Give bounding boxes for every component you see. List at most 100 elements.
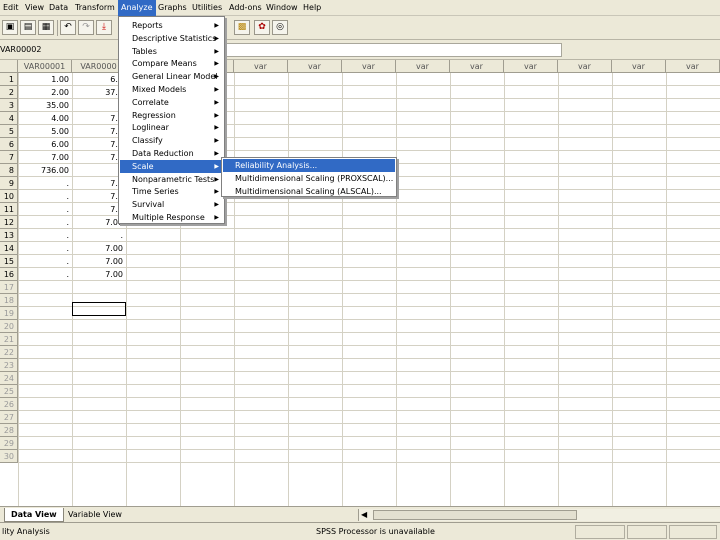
scripts-button[interactable]: ✿	[254, 20, 270, 35]
row-header[interactable]: 2	[0, 86, 18, 99]
row-header[interactable]: 4	[0, 112, 18, 125]
row-header[interactable]: 6	[0, 138, 18, 151]
row-header[interactable]: 21	[0, 333, 18, 346]
menu-data[interactable]: Data	[46, 0, 71, 16]
tab-data-view[interactable]: Data View	[4, 508, 64, 522]
column-header-var[interactable]: var	[234, 60, 288, 73]
data-cell-var00001[interactable]: .	[18, 255, 72, 268]
data-cell-var00001[interactable]: 7.00	[18, 151, 72, 164]
horizontal-scrollbar[interactable]: ◀	[358, 509, 720, 521]
row-header[interactable]: 27	[0, 411, 18, 424]
dialog-recall-button[interactable]: ▦	[38, 20, 54, 35]
row-header[interactable]: 5	[0, 125, 18, 138]
analyze-menu-item[interactable]: Compare Means ▶	[120, 57, 223, 70]
column-header-var[interactable]: var	[396, 60, 450, 73]
goto-case-button[interactable]: ⤓	[96, 20, 112, 35]
menu-help[interactable]: Help	[300, 0, 324, 16]
analyze-menu-item[interactable]: Time Series ▶	[120, 185, 223, 198]
scale-submenu-item[interactable]: Multidimensional Scaling (ALSCAL)...	[223, 185, 395, 198]
row-header[interactable]: 30	[0, 450, 18, 463]
analyze-menu-item[interactable]: Multiple Response ▶	[120, 211, 223, 224]
row-header[interactable]: 16	[0, 268, 18, 281]
row-header[interactable]: 24	[0, 372, 18, 385]
analyze-menu-item[interactable]: Tables ▶	[120, 45, 223, 58]
use-sets-button[interactable]: ▩	[234, 20, 250, 35]
data-cell-var00001[interactable]: 4.00	[18, 112, 72, 125]
row-header[interactable]: 20	[0, 320, 18, 333]
analyze-menu-item[interactable]: Regression ▶	[120, 109, 223, 122]
redo-button[interactable]: ↷	[78, 20, 94, 35]
analyze-menu-item[interactable]: Correlate ▶	[120, 96, 223, 109]
tab-variable-view[interactable]: Variable View	[62, 508, 128, 522]
column-header-var00001[interactable]: VAR00001	[18, 60, 72, 73]
analyze-menu-item[interactable]: General Linear Model ▶	[120, 70, 223, 83]
analyze-menu-item[interactable]: Loglinear ▶	[120, 121, 223, 134]
analyze-menu-item[interactable]: Reports ▶	[120, 19, 223, 32]
row-header[interactable]: 3	[0, 99, 18, 112]
column-header-var[interactable]: var	[342, 60, 396, 73]
menu-analyze[interactable]: Analyze	[118, 0, 156, 16]
save-button[interactable]: ▣	[2, 20, 18, 35]
row-header[interactable]: 9	[0, 177, 18, 190]
row-header[interactable]: 26	[0, 398, 18, 411]
menu-add-ons[interactable]: Add-ons	[226, 0, 265, 16]
row-header[interactable]: 14	[0, 242, 18, 255]
scrollbar-thumb[interactable]	[373, 510, 577, 520]
data-cell-var00002[interactable]: 7.00	[72, 255, 126, 268]
print-button[interactable]: ▤	[20, 20, 36, 35]
row-header[interactable]: 29	[0, 437, 18, 450]
data-cell-var00001[interactable]: .	[18, 190, 72, 203]
row-header[interactable]: 18	[0, 294, 18, 307]
data-cell-var00001[interactable]: 6.00	[18, 138, 72, 151]
analyze-menu-item[interactable]: Nonparametric Tests ▶	[120, 173, 223, 186]
row-header[interactable]: 15	[0, 255, 18, 268]
scale-submenu-item[interactable]: Multidimensional Scaling (PROXSCAL)...	[223, 172, 395, 185]
analyze-menu-item[interactable]: Survival ▶	[120, 198, 223, 211]
data-cell-var00001[interactable]: 1.00	[18, 73, 72, 86]
analyze-menu-item[interactable]: Scale ▶	[120, 159, 223, 173]
row-header[interactable]: 13	[0, 229, 18, 242]
data-cell-var00002[interactable]: .	[72, 229, 126, 242]
data-cell-var00001[interactable]: 35.00	[18, 99, 72, 112]
undo-button[interactable]: ↶	[60, 20, 76, 35]
row-header[interactable]: 17	[0, 281, 18, 294]
row-header[interactable]: 12	[0, 216, 18, 229]
data-cell-var00001[interactable]: .	[18, 203, 72, 216]
menu-graphs[interactable]: Graphs	[155, 0, 190, 16]
column-header-var[interactable]: var	[504, 60, 558, 73]
scroll-left-icon[interactable]: ◀	[361, 509, 367, 521]
row-header[interactable]: 10	[0, 190, 18, 203]
column-header-var[interactable]: var	[612, 60, 666, 73]
menu-view[interactable]: View	[22, 0, 47, 16]
scale-submenu-item[interactable]: Reliability Analysis...	[223, 159, 395, 172]
data-cell-var00001[interactable]: .	[18, 242, 72, 255]
column-header-var[interactable]: var	[666, 60, 720, 73]
chart-button[interactable]: ◎	[272, 20, 288, 35]
data-cell-var00001[interactable]: .	[18, 216, 72, 229]
row-header[interactable]: 23	[0, 359, 18, 372]
menu-utilities[interactable]: Utilities	[189, 0, 225, 16]
analyze-menu-item[interactable]: Descriptive Statistics ▶	[120, 32, 223, 45]
row-header[interactable]: 1	[0, 73, 18, 86]
menu-window[interactable]: Window	[263, 0, 301, 16]
data-cell-var00001[interactable]: 5.00	[18, 125, 72, 138]
row-header[interactable]: 11	[0, 203, 18, 216]
row-header[interactable]: 8	[0, 164, 18, 177]
data-cell-var00001[interactable]: .	[18, 268, 72, 281]
data-cell-var00001[interactable]: 2.00	[18, 86, 72, 99]
column-header-var[interactable]: var	[288, 60, 342, 73]
analyze-menu-item[interactable]: Data Reduction ▶	[120, 147, 223, 160]
row-header[interactable]: 22	[0, 346, 18, 359]
menu-transform[interactable]: Transform	[72, 0, 118, 16]
row-header[interactable]: 28	[0, 424, 18, 437]
data-cell-var00001[interactable]: 736.00	[18, 164, 72, 177]
row-header[interactable]: 25	[0, 385, 18, 398]
data-cell-var00001[interactable]: .	[18, 177, 72, 190]
row-header[interactable]: 19	[0, 307, 18, 320]
selected-cell[interactable]	[72, 302, 126, 316]
analyze-menu-item[interactable]: Mixed Models ▶	[120, 83, 223, 96]
column-header-var[interactable]: var	[450, 60, 504, 73]
menu-edit[interactable]: Edit	[0, 0, 22, 16]
column-header-var[interactable]: var	[558, 60, 612, 73]
data-cell-var00002[interactable]: 7.00	[72, 242, 126, 255]
